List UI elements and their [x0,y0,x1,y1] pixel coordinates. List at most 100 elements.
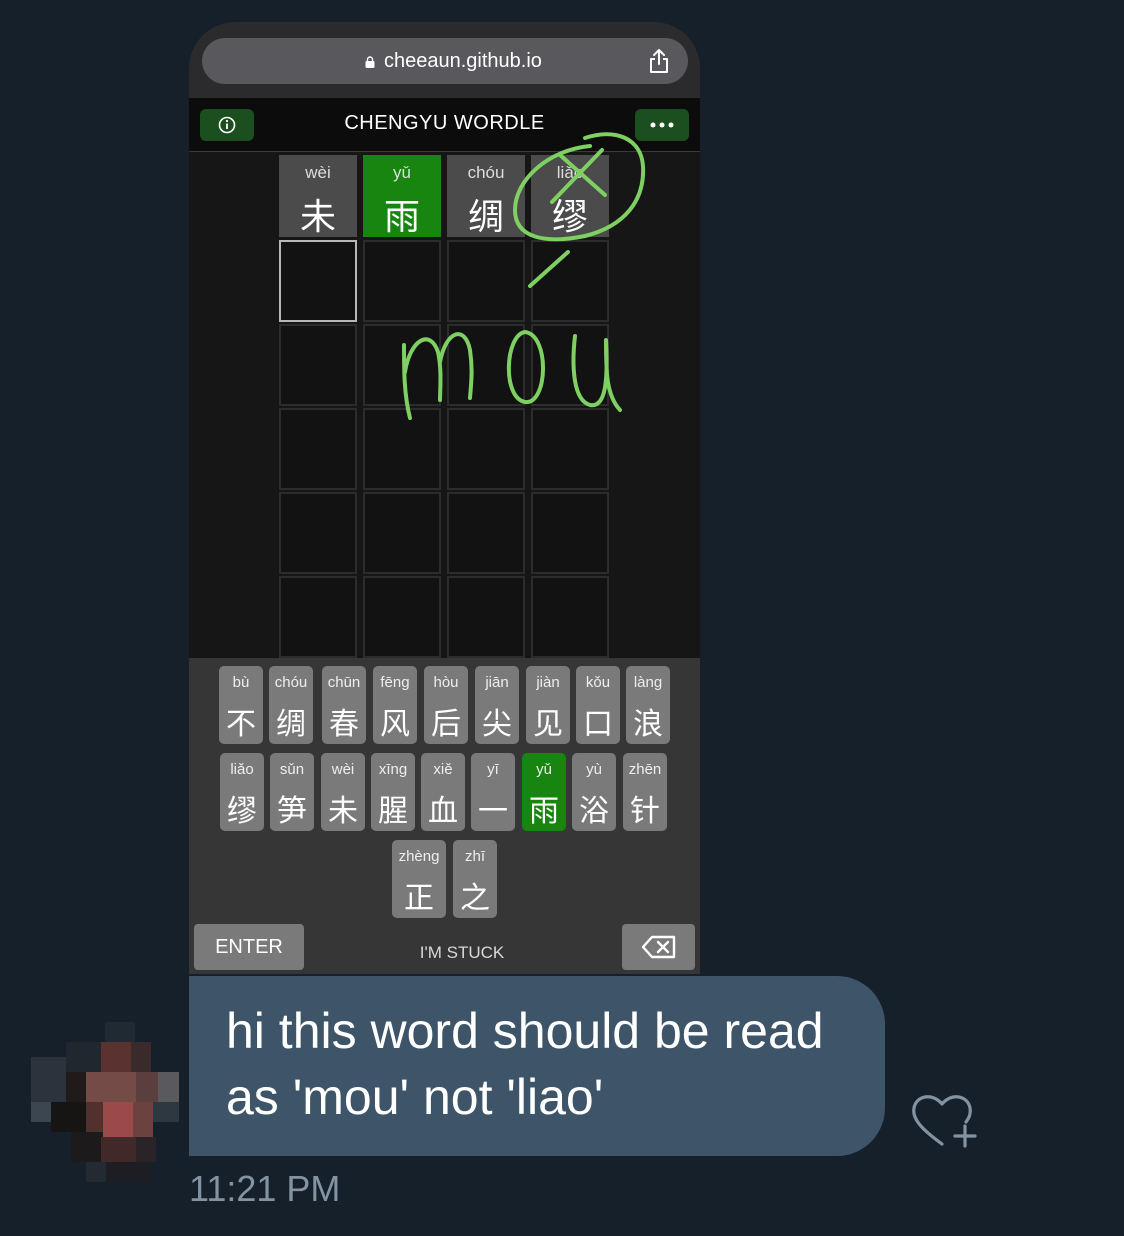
key-pinyin: jiān [485,674,509,691]
backspace-icon [641,935,675,959]
key-pinyin: chūn [327,674,361,691]
key-pinyin: jiàn [536,674,560,691]
key-character: 未 [328,794,358,829]
tile-pinyin: chóu [467,163,505,182]
key[interactable]: hòu 后 [424,666,468,744]
key[interactable]: yǔ 雨 [522,753,566,831]
key-character: 血 [428,794,458,829]
key-character: 浴 [579,794,609,829]
board-tile-empty [279,492,357,574]
key-character: 见 [533,707,563,742]
board-tile-empty [531,576,609,658]
backspace-button[interactable] [622,924,695,970]
key[interactable]: sǔn 笋 [270,753,314,831]
more-icon [650,122,674,128]
key-character: 雨 [529,794,559,829]
key-character: 浪 [633,707,663,742]
key[interactable]: xīng 腥 [371,753,415,831]
tile-pinyin: wèi [305,163,331,182]
board-tile-empty [279,408,357,490]
keyboard: bù 不 chóu 绸 chūn 春 fēng 风 hòu 后 jiān 尖 jiàn 见 k… [189,658,700,974]
key[interactable]: jiān 尖 [475,666,519,744]
key-character: 春 [329,707,359,742]
board-tile: chóu 绸 [447,155,525,238]
key-pinyin: zhī [464,848,485,865]
key-character: 绸 [276,707,306,742]
board-tile-empty [531,324,609,406]
key-character: 风 [380,707,410,742]
key-pinyin: kǒu [585,674,611,691]
key[interactable]: yù 浴 [572,753,616,831]
key-pinyin: wèi [331,761,355,778]
board-tile-empty [363,492,441,574]
key[interactable]: jiàn 见 [526,666,570,744]
url-text: cheeaun.github.io [384,50,542,72]
add-reaction-heart-icon[interactable] [910,1090,982,1150]
key-character: 一 [478,794,508,829]
key[interactable]: zhèng 正 [392,840,446,918]
key[interactable]: làng 浪 [626,666,670,744]
tile-character: 未 [299,197,336,238]
key[interactable]: bù 不 [219,666,263,744]
message-text: hi this word should be read as 'mou' not… [226,1003,824,1125]
key[interactable]: zhēn 针 [623,753,667,831]
tile-character: 雨 [383,197,420,238]
board-tile-empty [363,576,441,658]
key-character: 笋 [277,794,307,829]
key-pinyin: làng [633,674,663,691]
key[interactable]: chūn 春 [322,666,366,744]
key[interactable]: yī 一 [471,753,515,831]
message-timestamp: 11:21 PM [189,1168,341,1209]
enter-button[interactable]: ENTER [194,924,304,970]
key-pinyin: zhèng [398,848,440,865]
im-stuck-button[interactable]: I'M STUCK [389,943,535,965]
share-icon[interactable] [648,48,670,74]
key-pinyin: yī [487,761,499,778]
key[interactable]: wèi 未 [321,753,365,831]
key-pinyin: xiě [433,761,453,778]
key-character: 缪 [227,794,257,829]
browser-bar: cheeaun.github.io [189,22,700,98]
board-tile-empty [531,240,609,322]
key-pinyin: yǔ [536,761,552,778]
lock-icon [365,56,375,68]
key-pinyin: yù [586,761,602,778]
key-character: 尖 [482,707,512,742]
key-character: 不 [226,707,256,742]
key-pinyin: chóu [274,674,308,691]
key-character: 正 [404,881,434,916]
board-tile-empty [447,492,525,574]
tile-character: 缪 [551,197,588,238]
key[interactable]: fēng 风 [373,666,417,744]
key[interactable]: liǎo 缪 [220,753,264,831]
tile-character: 绸 [467,197,504,238]
board-tile: wèi 未 [279,155,357,238]
board-tile-empty [279,324,357,406]
key[interactable]: kǒu 口 [576,666,620,744]
board-tile-empty [363,324,441,406]
key[interactable]: chóu 绸 [269,666,313,744]
board-tile-empty [447,576,525,658]
more-button[interactable] [635,109,689,141]
key-character: 针 [630,794,660,829]
board-tile-empty [363,240,441,322]
key-pinyin: fēng [380,674,410,691]
app-title: CHENGYU WORDLE [344,112,545,134]
board-tile-empty [447,240,525,322]
key-pinyin: zhēn [628,761,662,778]
tile-pinyin: liǎo [556,163,584,182]
key[interactable]: xiě 血 [421,753,465,831]
board-tile-empty [363,408,441,490]
key[interactable]: zhī 之 [453,840,497,918]
board-tile-empty[interactable] [279,240,357,322]
avatar[interactable] [31,1022,179,1182]
phone-screenshot: cheeaun.github.io CHENGYU WORDLE wèi 未 y… [189,22,700,974]
key-pinyin: liǎo [230,761,254,778]
key-pinyin: xīng [378,761,408,778]
app-header: CHENGYU WORDLE [189,98,700,152]
board-tile-empty [447,408,525,490]
address-bar[interactable]: cheeaun.github.io [202,38,688,84]
key-character: 腥 [378,794,408,829]
message-bubble[interactable]: hi this word should be read as 'mou' not… [189,976,885,1156]
board-tile-empty [279,576,357,658]
